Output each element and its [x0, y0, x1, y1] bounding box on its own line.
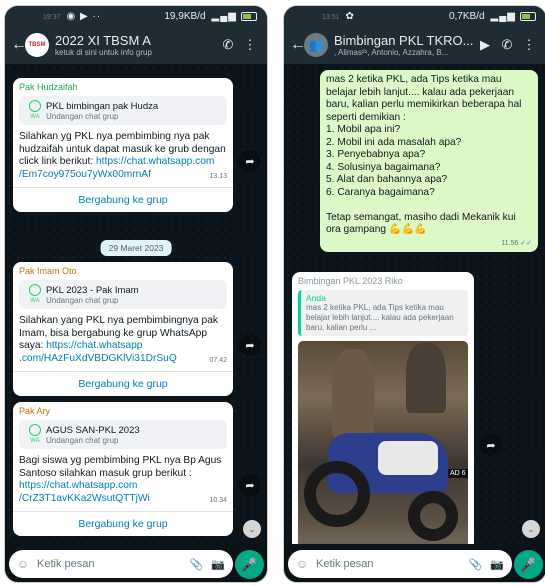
- photo-bike-wheel: [408, 491, 458, 541]
- join-group-button[interactable]: Bergabung ke grup: [13, 511, 233, 536]
- add-call-icon[interactable]: ✆: [217, 37, 239, 53]
- message-time: 13.13: [209, 172, 227, 180]
- left-phone-screen: 19:37 ◉ ▶ ·· 19,9KB/d ▂▄▆ ← TBSM 2022 XI…: [4, 5, 268, 583]
- chat-header: ← 👥 Bimbingan PKL TKRO... , Alimas²¹, An…: [284, 26, 545, 64]
- chat-header-text[interactable]: 2022 XI TBSM A ketuk di sini untuk info …: [55, 33, 217, 57]
- group-invite-card[interactable]: WA PKL bimbingan pak Hudza Undangan chat…: [19, 96, 227, 125]
- join-group-button[interactable]: Bergabung ke grup: [13, 371, 233, 396]
- message-time: 10.34: [209, 496, 227, 504]
- battery-icon: [520, 11, 536, 21]
- message-sender: Pak Ary: [19, 406, 51, 416]
- forward-source-group: Bimbingan PKL 2023 Riko: [298, 276, 403, 286]
- photo-person: [406, 343, 446, 413]
- forward-icon[interactable]: ➦: [239, 334, 261, 356]
- camera-icon[interactable]: 📷: [490, 558, 504, 571]
- outgoing-message[interactable]: mas 2 ketika PKL, ada Tips ketika mau be…: [320, 70, 538, 252]
- scroll-down-icon[interactable]: ⌄: [522, 520, 540, 538]
- quote-author: Anda: [306, 293, 326, 303]
- group-avatar[interactable]: TBSM: [25, 33, 49, 57]
- network-speed: 0,7KB/d: [448, 10, 485, 22]
- invite-title: AGUS SAN-PKL 2023: [46, 424, 140, 436]
- message-text: Bagi siswa yg pembimbing PKL nya Bp Agus…: [19, 455, 227, 505]
- incoming-message[interactable]: Pak Hudzaifah WA PKL bimbingan pak Hudza…: [13, 78, 233, 212]
- invite-subtitle: Undangan chat grup: [46, 295, 119, 305]
- invite-subtitle: Undangan chat grup: [46, 435, 119, 445]
- message-sender: Pak Hudzaifah: [19, 82, 78, 92]
- status-app-icons: ✿: [345, 10, 355, 22]
- message-time: 11.56 ✓✓: [501, 239, 532, 247]
- status-bar: 13:51 ✿ 0,7KB/d ▂▄▆: [284, 6, 545, 26]
- chat-subtitle: ketuk di sini untuk info grup: [55, 48, 152, 57]
- emoji-icon[interactable]: ☺: [17, 557, 33, 571]
- forward-icon[interactable]: ➦: [239, 474, 261, 496]
- chat-area[interactable]: Pak Hudzaifah WA PKL bimbingan pak Hudza…: [5, 64, 267, 544]
- attach-icon[interactable]: 📎: [469, 558, 483, 571]
- status-time: 19:37: [43, 13, 61, 21]
- chat-header-text[interactable]: Bimbingan PKL TKRO... , Alimas²¹, Antoni…: [334, 33, 474, 57]
- motorcycle-photo[interactable]: AD 6: [298, 341, 468, 544]
- message-time: 07.42: [209, 356, 227, 364]
- back-arrow-icon[interactable]: ←: [290, 36, 306, 54]
- mic-icon[interactable]: 🎤: [235, 550, 264, 579]
- whatsapp-logo-icon: WA: [24, 424, 46, 445]
- back-arrow-icon[interactable]: ←: [11, 36, 27, 54]
- message-sender: Pak Imam Oto: [19, 266, 77, 276]
- message-text: Silahkan yang PKL nya pembimbingnya pak …: [19, 315, 227, 365]
- chat-title: 2022 XI TBSM A: [55, 33, 151, 48]
- group-invite-card[interactable]: WA AGUS SAN-PKL 2023 Undangan chat grup: [19, 420, 227, 449]
- status-bar: 19:37 ◉ ▶ ·· 19,9KB/d ▂▄▆: [5, 6, 267, 26]
- emoji-icon[interactable]: ☺: [296, 557, 312, 571]
- chat-header: ← TBSM 2022 XI TBSM A ketuk di sini untu…: [5, 26, 267, 64]
- photo-person: [332, 349, 374, 439]
- invite-link[interactable]: https://chat.whatsapp.com /CrZ3T1avKKa2W…: [19, 480, 150, 504]
- photo-plate: AD 6: [448, 469, 468, 478]
- group-invite-card[interactable]: WA PKL 2023 - Pak Imam Undangan chat gru…: [19, 280, 227, 309]
- group-avatar[interactable]: 👥: [304, 33, 328, 57]
- message-text: mas 2 ketika PKL, ada Tips ketika mau be…: [326, 74, 532, 237]
- video-call-icon[interactable]: ▶: [474, 37, 496, 53]
- invite-title: PKL 2023 - Pak Imam: [46, 284, 139, 296]
- network-speed: 19,9KB/d: [164, 10, 206, 22]
- input-placeholder: Ketik pesan: [37, 558, 95, 570]
- chat-title: Bimbingan PKL TKRO...: [334, 33, 474, 48]
- message-text: Silahkan yg PKL nya pembimbing nya pak h…: [19, 131, 227, 181]
- incoming-message[interactable]: Pak Ary WA AGUS SAN-PKL 2023 Undangan ch…: [13, 402, 233, 536]
- status-time: 13:51: [322, 13, 340, 21]
- forward-icon[interactable]: ➦: [480, 434, 502, 456]
- scroll-down-icon[interactable]: ⌄: [243, 520, 261, 538]
- invite-title: PKL bimbingan pak Hudza: [46, 100, 159, 112]
- message-body: Bagi siswa yg pembimbing PKL nya Bp Agus…: [19, 455, 222, 479]
- right-phone-screen: 13:51 ✿ 0,7KB/d ▂▄▆ ← 👥 Bimbingan PKL TK…: [283, 5, 545, 583]
- chat-area[interactable]: mas 2 ketika PKL, ada Tips ketika mau be…: [284, 64, 545, 544]
- date-chip: 29 Maret 2023: [100, 240, 172, 256]
- message-body: mas 2 ketika PKL, ada Tips ketika mau be…: [326, 74, 522, 235]
- photo-shade: [298, 539, 468, 544]
- camera-icon[interactable]: 📷: [211, 558, 225, 571]
- photo-bike-wheel: [304, 461, 370, 527]
- incoming-message[interactable]: Pak Imam Oto WA PKL 2023 - Pak Imam Unda…: [13, 262, 233, 396]
- battery-icon: [241, 11, 257, 21]
- forward-icon[interactable]: ➦: [239, 150, 261, 172]
- more-options-icon[interactable]: ⋮: [239, 37, 261, 53]
- quote-text: mas 2 ketika PKL, ada Tips ketika mau be…: [306, 303, 454, 332]
- photo-bike-panel: [378, 441, 438, 475]
- more-options-icon[interactable]: ⋮: [518, 37, 540, 53]
- status-app-icons: ◉ ▶ ··: [66, 10, 102, 22]
- quoted-message[interactable]: Anda mas 2 ketika PKL, ada Tips ketika m…: [298, 290, 468, 336]
- chat-subtitle: , Alimas²¹, Antonio, Azzahra, B...: [334, 48, 449, 57]
- message-input[interactable]: ☺ Ketik pesan 📎 📷: [9, 550, 233, 578]
- invite-subtitle: Undangan chat grup: [46, 111, 119, 121]
- signal-icon: ▂▄▆: [211, 10, 237, 22]
- signal-icon: ▂▄▆: [490, 10, 516, 22]
- mic-icon[interactable]: 🎤: [514, 550, 543, 579]
- join-group-button[interactable]: Bergabung ke grup: [13, 187, 233, 212]
- whatsapp-logo-icon: WA: [24, 100, 46, 121]
- whatsapp-logo-icon: WA: [24, 284, 46, 305]
- attach-icon[interactable]: 📎: [190, 558, 204, 571]
- message-input[interactable]: ☺ Ketik pesan 📎 📷: [288, 550, 512, 578]
- voice-call-icon[interactable]: ✆: [496, 37, 518, 53]
- input-placeholder: Ketik pesan: [316, 558, 374, 570]
- forwarded-message[interactable]: Bimbingan PKL 2023 Riko Anda mas 2 ketik…: [292, 272, 474, 544]
